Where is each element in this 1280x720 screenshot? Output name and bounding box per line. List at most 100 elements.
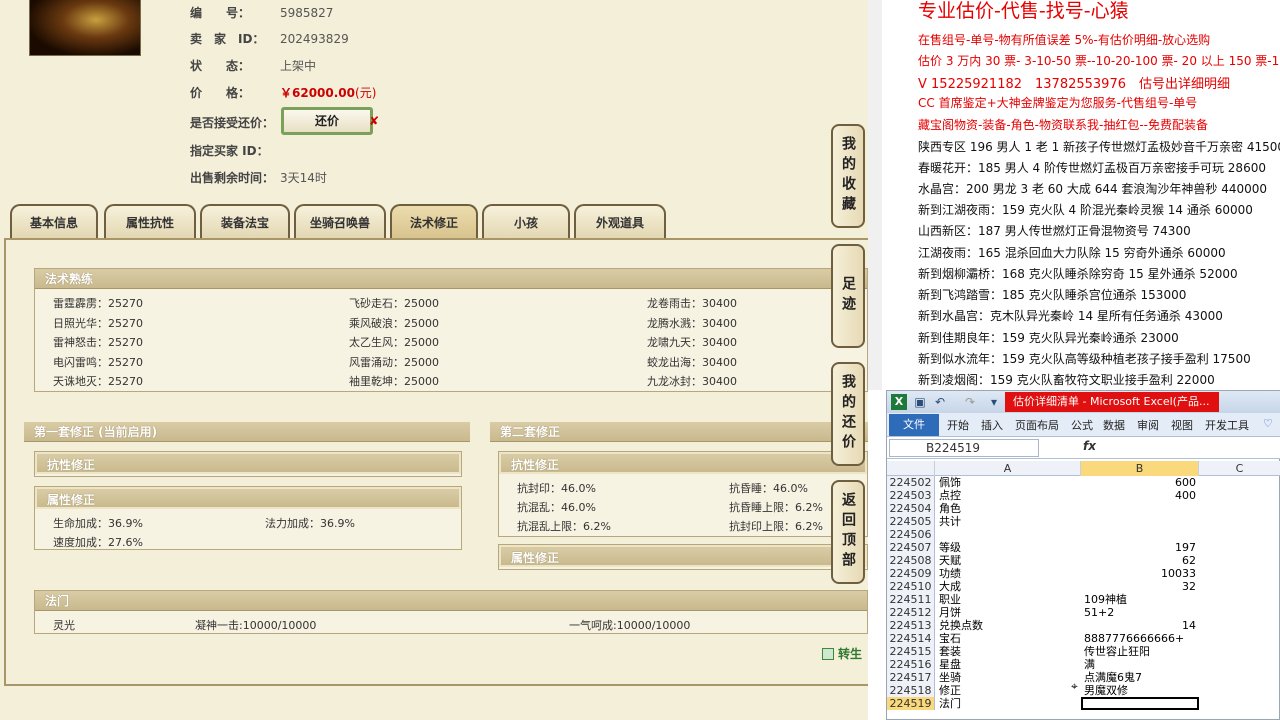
ribbon-tab-review[interactable]: 审阅	[1137, 417, 1159, 433]
row-number[interactable]: 224511	[887, 593, 935, 606]
column-header-b[interactable]: B	[1081, 461, 1199, 476]
help-icon[interactable]: ♡	[1263, 417, 1273, 430]
cell-a[interactable]: 天赋	[937, 554, 1079, 567]
cell-b[interactable]: 14	[1081, 619, 1199, 632]
ribbon-tab-home[interactable]: 开始	[947, 417, 969, 433]
row-number[interactable]: 224507	[887, 541, 935, 554]
cell-a[interactable]: 套装	[937, 645, 1079, 658]
row-number[interactable]: 224502	[887, 476, 935, 489]
row-number[interactable]: 224519	[887, 697, 935, 710]
close-icon[interactable]: ✘	[369, 114, 379, 128]
cell-b[interactable]: 男魔双修	[1081, 684, 1199, 697]
cell-b[interactable]: 32	[1081, 580, 1199, 593]
cell-a[interactable]: 共计	[937, 515, 1079, 528]
cell-b[interactable]: 197	[1081, 541, 1199, 554]
cell-a[interactable]: 宝石	[937, 632, 1079, 645]
sheet-row: 224517 坐骑 点满魔6鬼7	[887, 671, 1280, 684]
row-number[interactable]: 224506	[887, 528, 935, 541]
set2-resist-box: 抗性修正 抗封印：46.0% 抗昏睡：46.0% 抗混乱：46.0% 抗昏睡上限…	[498, 451, 868, 537]
skill-item: 风雷涌动：25000	[349, 356, 439, 369]
transfer-link[interactable]: 转生	[822, 645, 862, 662]
my-favorites-button[interactable]: 我的收藏	[831, 124, 865, 228]
cell-b[interactable]: 51+2	[1081, 606, 1199, 619]
cell-b[interactable]: 600	[1081, 476, 1199, 489]
status-value: 上架中	[280, 59, 317, 73]
cell-a[interactable]: 角色	[937, 502, 1079, 515]
cell-a[interactable]: 大成	[937, 580, 1079, 593]
column-header-a[interactable]: A	[935, 461, 1081, 476]
file-tab[interactable]: 文件	[889, 414, 939, 436]
row-number[interactable]: 224505	[887, 515, 935, 528]
cell-b[interactable]: 400	[1081, 489, 1199, 502]
note-line: 估价 3 万内 30 票- 3-10-50 票--10-20-100 票- 20…	[918, 54, 1280, 68]
customize-toolbar-icon[interactable]: ▾	[987, 395, 1001, 409]
cell-b[interactable]	[1081, 502, 1199, 515]
cell-a[interactable]: 佩饰	[937, 476, 1079, 489]
row-number[interactable]: 224510	[887, 580, 935, 593]
tab-attr-resist[interactable]: 属性抗性	[104, 204, 196, 240]
cell-a[interactable]: 坐骑	[937, 671, 1079, 684]
cell-a[interactable]: 兑换点数	[937, 619, 1079, 632]
cell-a[interactable]: 月饼	[937, 606, 1079, 619]
tab-appearance[interactable]: 外观道具	[574, 204, 666, 240]
tab-equipment[interactable]: 装备法宝	[200, 204, 290, 240]
cell-b[interactable]: 点满魔6鬼7	[1081, 671, 1199, 684]
sheet-row: 224514 宝石 8887776666666+	[887, 632, 1280, 645]
cell-a[interactable]: 点控	[937, 489, 1079, 502]
select-all-corner[interactable]	[887, 461, 935, 476]
buyer-row: 指定买家 ID：	[190, 142, 280, 159]
cell-b[interactable]: 62	[1081, 554, 1199, 567]
row-number[interactable]: 224508	[887, 554, 935, 567]
column-header-c[interactable]: C	[1199, 461, 1280, 476]
row-number[interactable]: 224503	[887, 489, 935, 502]
tab-spell-correction[interactable]: 法术修正	[390, 204, 478, 240]
cell-a[interactable]: 法门	[937, 697, 1079, 710]
row-number[interactable]: 224518	[887, 684, 935, 697]
cell-a[interactable]: 修正	[937, 684, 1079, 697]
ribbon-tab-developer[interactable]: 开发工具	[1205, 417, 1249, 433]
cell-b[interactable]: 10033	[1081, 567, 1199, 580]
cell-a[interactable]	[937, 528, 1079, 541]
tab-mounts-pets[interactable]: 坐骑召唤兽	[294, 204, 386, 240]
name-box[interactable]: B224519	[889, 439, 1039, 457]
cell-b[interactable]: 8887776666666+	[1081, 632, 1199, 645]
cell-a[interactable]: 星盘	[937, 658, 1079, 671]
cell-b[interactable]	[1081, 697, 1199, 710]
ribbon-tab-data[interactable]: 数据	[1103, 417, 1125, 433]
cell-b[interactable]: 满	[1081, 658, 1199, 671]
row-number[interactable]: 224512	[887, 606, 935, 619]
ribbon-tab-formulas[interactable]: 公式	[1071, 417, 1093, 433]
save-icon[interactable]: ▣	[913, 395, 927, 409]
tab-children[interactable]: 小孩	[482, 204, 570, 240]
row-number[interactable]: 224513	[887, 619, 935, 632]
cell-b[interactable]	[1081, 515, 1199, 528]
status-label: 状 态：	[190, 59, 251, 73]
ribbon-tab-insert[interactable]: 插入	[981, 417, 1003, 433]
cursor-icon: ⌖	[1071, 679, 1078, 693]
back-to-top-button[interactable]: 返回顶部	[831, 480, 865, 584]
row-number[interactable]: 224514	[887, 632, 935, 645]
cell-b[interactable]: 109神植	[1081, 593, 1199, 606]
attr-item: 速度加成：27.6%	[53, 536, 143, 549]
cell-a[interactable]: 等级	[937, 541, 1079, 554]
tab-basic-info[interactable]: 基本信息	[10, 204, 98, 240]
cell-b[interactable]	[1081, 528, 1199, 541]
row-number[interactable]: 224516	[887, 658, 935, 671]
my-offers-button[interactable]: 我的还价	[831, 362, 865, 466]
cell-b[interactable]: 传世容止狂阳	[1081, 645, 1199, 658]
ribbon-tab-view[interactable]: 视图	[1171, 417, 1193, 433]
note-line: 江湖夜雨：165 混杀回血大力队除 15 穷奇外通杀 60000	[918, 246, 1226, 260]
row-number[interactable]: 224517	[887, 671, 935, 684]
undo-icon[interactable]: ↶	[933, 395, 947, 409]
footprint-button[interactable]: 足迹	[831, 244, 865, 348]
cell-a[interactable]: 功绩	[937, 567, 1079, 580]
row-number[interactable]: 224504	[887, 502, 935, 515]
sheet-row: 224515 套装 传世容止狂阳	[887, 645, 1280, 658]
cell-a[interactable]: 职业	[937, 593, 1079, 606]
row-number[interactable]: 224509	[887, 567, 935, 580]
fx-icon[interactable]: fx	[1083, 439, 1096, 453]
counter-offer-button[interactable]: 还价	[281, 107, 373, 135]
redo-icon[interactable]: ↷	[963, 395, 977, 409]
row-number[interactable]: 224515	[887, 645, 935, 658]
ribbon-tab-page-layout[interactable]: 页面布局	[1015, 417, 1059, 433]
